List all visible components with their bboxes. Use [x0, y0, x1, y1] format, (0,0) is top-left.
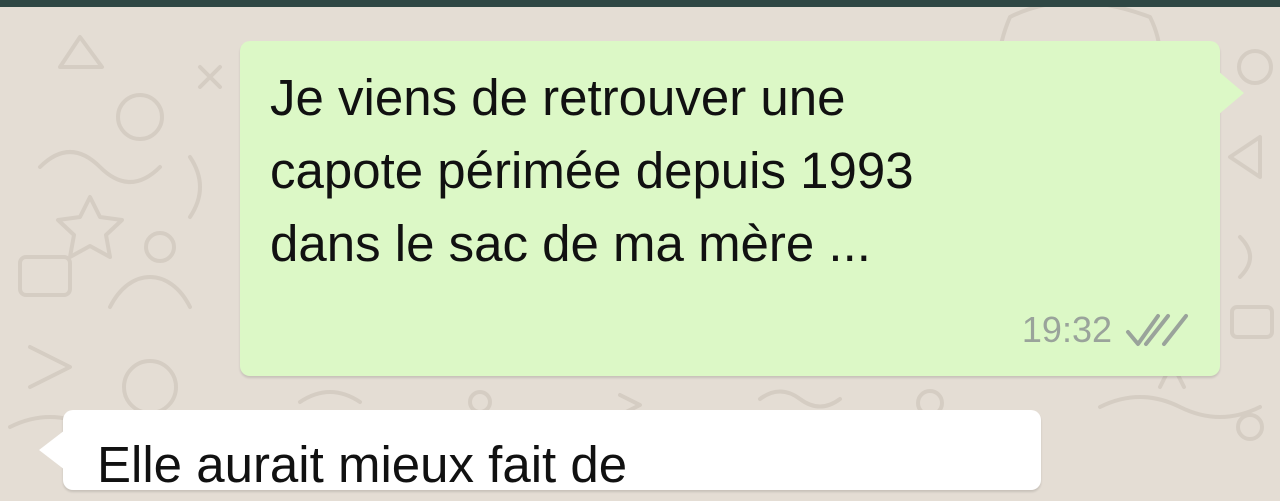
bubble-tail — [39, 430, 65, 470]
top-bar — [0, 0, 1280, 7]
message-meta: 19:32 — [1022, 309, 1190, 351]
bubble-tail — [1218, 71, 1244, 115]
message-timestamp: 19:32 — [1021, 309, 1112, 350]
double-check-icon — [1126, 314, 1188, 346]
message-text: Je viens de retrouver une capote périmée… — [270, 69, 914, 272]
incoming-message-bubble[interactable]: Elle aurait mieux fait de — [39, 410, 1041, 493]
message-text: Elle aurait mieux fait de — [97, 436, 628, 493]
outgoing-message-bubble[interactable]: Je viens de retrouver une capote périmée… — [240, 41, 1244, 376]
